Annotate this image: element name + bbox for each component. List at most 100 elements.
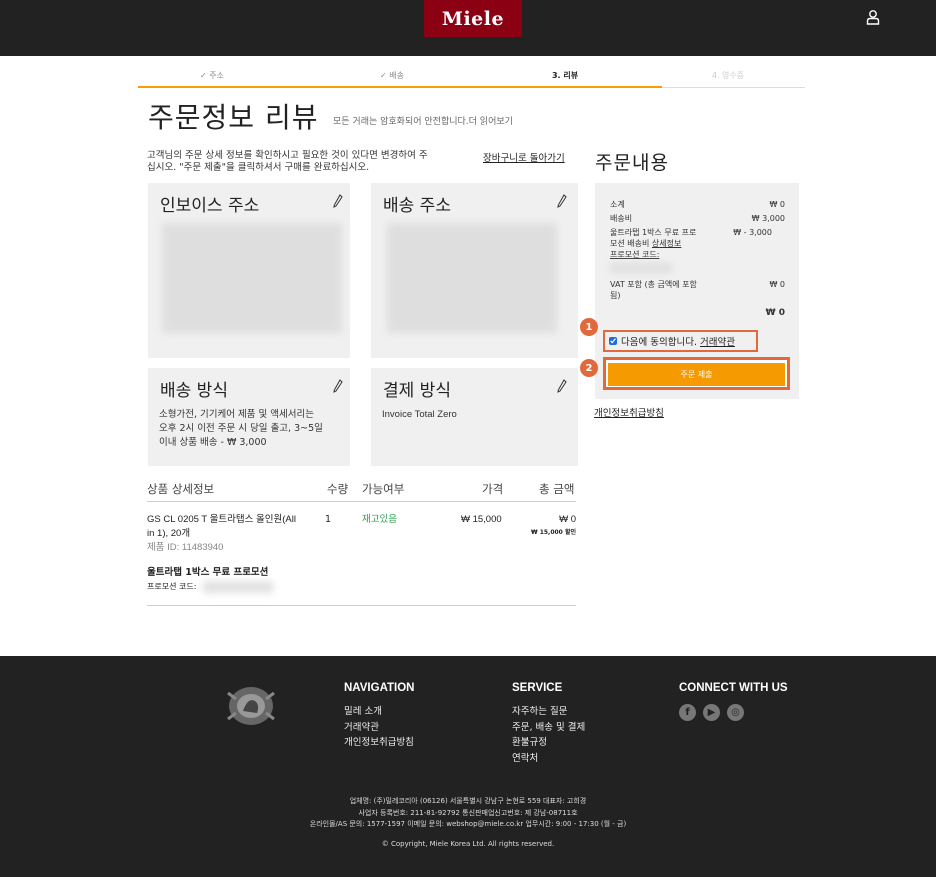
footer-nav-title: NAVIGATION (344, 682, 415, 694)
redacted-address (162, 223, 342, 333)
copyright: © Copyright, Miele Korea Ltd. All rights… (381, 840, 555, 848)
col-total: 총 금액 (539, 482, 575, 496)
desc-line: 오후 2시 이전 주문 시 당일 출고, 3~5일 (159, 423, 323, 434)
invoice-address-title: 인보이스 주소 (160, 196, 260, 216)
back-to-cart-link[interactable]: 장바구니로 돌아가기 (483, 150, 565, 164)
product-name-line: in 1), 20개 (147, 528, 191, 539)
top-bar: Miele (0, 0, 936, 56)
company-info-line: 온라인몰/AS 문의: 1577-1597 이메일 문의: webshop@mi… (309, 820, 627, 828)
company-info: 업체명: (주)밀레코리아 (06126) 서울특별시 강남구 논현로 559 … (0, 796, 936, 831)
user-icon[interactable] (866, 9, 880, 25)
footer-link-terms[interactable]: 거래약관 (344, 720, 415, 736)
product-total: ₩ 0 (559, 514, 576, 525)
payment-method-title: 결제 방식 (383, 381, 451, 401)
footer-link-refund[interactable]: 환불규정 (512, 735, 585, 751)
steps-progress-bar (138, 86, 662, 88)
footer-link-about[interactable]: 밀레 소개 (344, 704, 415, 720)
terms-link[interactable]: 거래약관 (700, 334, 735, 348)
footer: NAVIGATION 밀레 소개 거래약관 개인정보취급방침 SERVICE 자… (0, 656, 936, 877)
annotation-marker-2: 2 (580, 359, 598, 377)
product-name-line: GS CL 0205 T 울트라탭스 올인원(All (147, 514, 296, 525)
company-info-line: 업체명: (주)밀레코리아 (06126) 서울특별시 강남구 논현로 559 … (349, 797, 587, 805)
submit-highlight: 주문 제출 (603, 357, 790, 390)
product-qty: 1 (325, 514, 332, 525)
annotation-marker-1: 1 (580, 318, 598, 336)
redacted-promo-code (203, 581, 273, 593)
facebook-icon[interactable]: f (679, 704, 696, 721)
privacy-policy-link[interactable]: 개인정보취급방침 (594, 405, 664, 419)
vat-label: VAT 포함 (총 금액에 포함 (610, 280, 697, 289)
pencil-icon[interactable] (557, 194, 567, 208)
social-links: f ▶ ◎ (679, 704, 788, 721)
step-shipping[interactable]: ✓ 배송 (332, 70, 452, 81)
company-info-line: 사업자 등록번호: 211-81-92792 통신판매업신고번호: 제 강남-0… (358, 808, 578, 817)
shipping-fee-label: 배송비 (610, 214, 633, 223)
promo-code-label: 프로모션 코드: (610, 250, 660, 259)
vat-label: 됨) (610, 291, 621, 300)
subtotal-row: 소계 ₩ 0 (610, 199, 785, 210)
intro-text: 고객님의 주문 상세 정보를 확인하시고 필요한 것이 있다면 변경하여 주 십… (147, 150, 472, 174)
stock-status: 재고있음 (362, 514, 397, 525)
promo-value: ₩ - 3,000 (733, 228, 772, 237)
pencil-icon[interactable] (557, 379, 567, 393)
youtube-icon[interactable]: ▶ (703, 704, 720, 721)
terms-agreement[interactable]: 다음에 동의합니다. 거래약관 (603, 330, 758, 352)
terms-label: 다음에 동의합니다. (621, 337, 697, 348)
footer-navigation: NAVIGATION 밀레 소개 거래약관 개인정보취급방침 (344, 682, 415, 751)
payment-method-value: Invoice Total Zero (382, 409, 457, 420)
promo-title: 울트라탭 1박스 무료 프로모션 (147, 567, 269, 578)
submit-order-button[interactable]: 주문 제출 (608, 363, 785, 386)
delivery-method-box: 배송 방식 소형가전, 기기케어 제품 및 액세서리는 오후 2시 이전 주문 … (148, 368, 350, 466)
pencil-icon[interactable] (333, 194, 343, 208)
product-id: 제품 ID: 11483940 (147, 542, 224, 553)
product-discount: ₩ 15,000 할인 (531, 529, 576, 536)
promo-label: 모션 배송비 (610, 239, 650, 248)
summary-title: 주문내용 (595, 152, 669, 174)
shipping-address-title: 배송 주소 (383, 196, 451, 216)
col-qty: 수량 (327, 482, 349, 496)
desc-line: 소형가전, 기기케어 제품 및 액세서리는 (159, 409, 314, 420)
total-value: ₩ 0 (765, 308, 785, 318)
page-title: 주문정보 리뷰 (148, 101, 319, 134)
step-address[interactable]: ✓ 주소 (152, 70, 272, 81)
col-availability: 가능여부 (362, 482, 405, 496)
invoice-address-box: 인보이스 주소 (148, 183, 350, 358)
redacted-promo-code (610, 263, 672, 273)
miele-crest-logo (227, 687, 275, 725)
intro-line: 고객님의 주문 상세 정보를 확인하시고 필요한 것이 있다면 변경하여 주 (147, 150, 428, 161)
shipping-fee-row: 배송비 ₩ 3,000 (610, 213, 785, 224)
desc-line: 이내 상품 배송 - ₩ 3,000 (159, 437, 267, 448)
payment-method-box: 결제 방식 Invoice Total Zero (371, 368, 578, 466)
promo-row: 울트라탭 1박스 무료 프로 모션 배송비 상세정보 프로모션 코드: ₩ - … (610, 227, 785, 260)
subtotal-value: ₩ 0 (769, 200, 785, 209)
promo-detail-link[interactable]: 상세정보 (652, 239, 681, 248)
vat-value: ₩ 0 (769, 280, 785, 289)
shipping-address-box: 배송 주소 (371, 183, 578, 358)
security-note[interactable]: 모든 거래는 암호화되어 안전합니다.더 읽어보기 (333, 114, 513, 127)
footer-link-faq[interactable]: 자주하는 질문 (512, 704, 585, 720)
subtotal-label: 소계 (610, 200, 625, 209)
col-price: 가격 (482, 482, 504, 496)
miele-logo[interactable]: Miele (424, 0, 522, 37)
product-name[interactable]: GS CL 0205 T 울트라탭스 올인원(All in 1), 20개 (147, 513, 322, 541)
pencil-icon[interactable] (333, 379, 343, 393)
step-review: 3. 리뷰 (551, 71, 579, 80)
col-product: 상품 상세정보 (147, 482, 215, 496)
vat-row: VAT 포함 (총 금액에 포함 됨) ₩ 0 (610, 279, 785, 301)
footer-link-privacy[interactable]: 개인정보취급방침 (344, 735, 415, 751)
footer-service-title: SERVICE (512, 682, 563, 694)
step-receipt: 4. 영수증 (711, 71, 745, 80)
terms-checkbox[interactable] (609, 337, 617, 345)
delivery-method-desc: 소형가전, 기기케어 제품 및 액세서리는 오후 2시 이전 주문 시 당일 출… (159, 408, 323, 450)
delivery-method-title: 배송 방식 (160, 381, 228, 401)
footer-connect: CONNECT WITH US f ▶ ◎ (679, 682, 788, 721)
footer-service: SERVICE 자주하는 질문 주문, 배송 및 결제 환불규정 연락처 (512, 682, 585, 766)
shipping-fee-value: ₩ 3,000 (751, 214, 785, 223)
redacted-address (387, 223, 557, 333)
promo-code-label: 프로모션 코드: (147, 582, 197, 591)
footer-link-contact[interactable]: 연락처 (512, 751, 585, 767)
instagram-icon[interactable]: ◎ (727, 704, 744, 721)
footer-link-order-shipping[interactable]: 주문, 배송 및 결제 (512, 720, 585, 736)
checkout-steps: ✓ 주소 ✓ 배송 3. 리뷰 4. 영수증 (138, 68, 805, 88)
intro-line: 십시오. "주문 제출"을 클릭하셔서 구매를 완료하십시오. (147, 162, 370, 173)
